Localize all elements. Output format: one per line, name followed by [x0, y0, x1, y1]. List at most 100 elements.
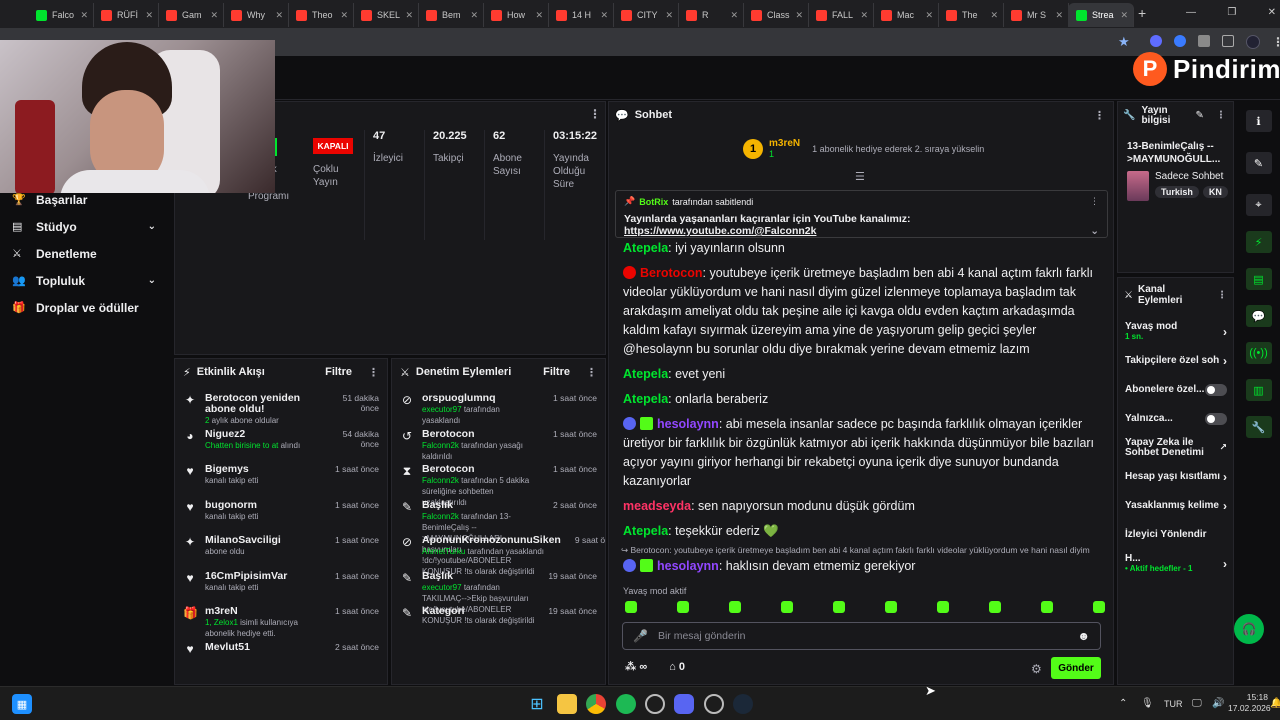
feed-item-name[interactable]: Niguez2 [205, 428, 245, 440]
chevron-down-icon[interactable]: ⌄ [148, 275, 156, 286]
language-indicator[interactable]: TUR [1164, 699, 1183, 709]
edit-icon[interactable]: ✎ [1195, 111, 1203, 121]
broadcast-icon[interactable]: ((•)) [1245, 342, 1272, 364]
tab-close-icon[interactable]: ✕ [275, 10, 288, 21]
emote-icon[interactable] [729, 601, 741, 613]
feed-item-name[interactable]: Berotocon [422, 463, 475, 475]
support-headset-icon[interactable]: 🎧 [1234, 614, 1264, 644]
tab-close-icon[interactable]: ✕ [470, 10, 483, 21]
chevron-right-icon[interactable]: › [1223, 325, 1227, 339]
obs-icon[interactable] [645, 694, 665, 714]
chat-username[interactable]: hesolaynn [657, 559, 719, 573]
chat-username[interactable]: Berotocon [640, 266, 703, 280]
network-icon[interactable]: 🖵 [1192, 698, 1202, 709]
emote-icon[interactable] [625, 601, 637, 613]
toggle-switch[interactable] [1205, 383, 1227, 396]
tab-close-icon[interactable]: ✕ [340, 10, 353, 21]
mic-icon[interactable]: 🎤 [633, 629, 648, 643]
document-icon[interactable]: ▤ [1245, 268, 1272, 290]
browser-tab[interactable]: Mr S ✕ [1003, 3, 1069, 27]
feed-item-name[interactable]: m3reN [205, 605, 238, 617]
tab-close-icon[interactable]: ✕ [1120, 10, 1133, 21]
browser-tab[interactable]: Strea ✕ [1068, 3, 1134, 27]
chat-menu-icon[interactable]: ⋮ [1094, 109, 1105, 122]
settings-gear-icon[interactable]: ⚙ [1031, 662, 1042, 676]
tab-close-icon[interactable]: ✕ [990, 10, 1003, 21]
widgets-icon[interactable]: ▦ [12, 694, 32, 714]
chrome-icon[interactable] [586, 694, 606, 714]
browser-tab[interactable]: Mac ✕ [873, 3, 939, 27]
tab-close-icon[interactable]: ✕ [860, 10, 873, 21]
pinned-link[interactable]: https://www.youtube.com/@Falconn2k [624, 225, 816, 237]
chevron-right-icon[interactable]: › [1223, 470, 1227, 484]
browser-tab[interactable]: Why ✕ [223, 3, 289, 27]
browser-tab[interactable]: SKEL ✕ [353, 3, 419, 27]
browser-tab[interactable]: The ✕ [938, 3, 1004, 27]
tab-close-icon[interactable]: ✕ [80, 10, 93, 21]
profile-avatar[interactable] [1246, 35, 1260, 49]
channel-action-item[interactable]: Yavaş mod 1 sn. › [1118, 318, 1233, 346]
spotify-icon[interactable] [616, 694, 636, 714]
channel-action-item[interactable]: Takipçilere özel soh › [1118, 346, 1233, 375]
bookmark-star-icon[interactable]: ★ [1118, 34, 1130, 50]
browser-tab[interactable]: CITY ✕ [613, 3, 679, 27]
browser-tab[interactable]: R ✕ [678, 3, 744, 27]
browser-tab[interactable]: Class ✕ [743, 3, 809, 27]
emote-icon[interactable] [1041, 601, 1053, 613]
tab-close-icon[interactable]: ✕ [600, 10, 613, 21]
points-icon[interactable]: ⁂ ∞ [625, 660, 647, 673]
feed-item-name[interactable]: orspuoglumnq [422, 392, 496, 404]
nav-item[interactable]: 👥 Topluluk ⌄ [0, 267, 172, 294]
channel-action-item[interactable]: İzleyici Yönlendir [1118, 520, 1233, 549]
channel-action-item[interactable]: Hesap yaşı kısıtlamı › [1118, 462, 1233, 491]
emote-icon[interactable] [1093, 601, 1105, 613]
browser-tab[interactable]: Gam ✕ [158, 3, 224, 27]
emote-icon[interactable] [677, 601, 689, 613]
expand-icon[interactable]: ☰ [855, 170, 865, 183]
pen-icon[interactable]: ✎ [1245, 152, 1272, 174]
feed-item-name[interactable]: Berotocon [422, 428, 475, 440]
extension-icon[interactable] [1150, 35, 1162, 47]
volume-icon[interactable]: 🔊 [1212, 698, 1224, 709]
tab-close-icon[interactable]: ✕ [795, 10, 808, 21]
chevron-right-icon[interactable]: › [1223, 557, 1227, 571]
chevron-down-icon[interactable]: ⌄ [1090, 225, 1099, 237]
chevron-down-icon[interactable]: ⌄ [148, 221, 156, 232]
wrench-icon[interactable]: 🔧 [1245, 416, 1272, 438]
discord-icon[interactable] [674, 694, 694, 714]
chevron-right-icon[interactable]: › [1223, 499, 1227, 513]
browser-tab[interactable]: FALL ✕ [808, 3, 874, 27]
feed-item-name[interactable]: Başlık [422, 499, 453, 511]
feed-item-name[interactable]: MilanoSavciligi [205, 534, 281, 546]
bolt-icon[interactable]: ⚡ [1245, 231, 1272, 253]
toggle-switch[interactable] [1205, 412, 1227, 425]
chat-username[interactable]: Atepela [623, 241, 668, 255]
tab-close-icon[interactable]: ✕ [535, 10, 548, 21]
tab-close-icon[interactable]: ✕ [925, 10, 938, 21]
chat-username[interactable]: Atepela [623, 524, 668, 538]
chat-username[interactable]: Atepela [623, 392, 668, 406]
notification-icon[interactable]: 🔔 [1270, 698, 1280, 709]
windows-start-icon[interactable]: ⊞ [527, 694, 547, 714]
feed-item-name[interactable]: Kategori [422, 605, 465, 617]
feed-item-name[interactable]: AponunKromozonunuSiken [422, 534, 561, 546]
minimize-button[interactable]: — [1186, 7, 1196, 18]
stats-menu-icon[interactable]: ⋮ [589, 107, 601, 121]
chat-icon[interactable]: 💬 [1245, 305, 1272, 327]
close-window-button[interactable]: ✕ [1268, 7, 1276, 18]
nav-item[interactable]: ▤ Stüdyo ⌄ [0, 213, 172, 240]
file-explorer-icon[interactable] [557, 694, 577, 714]
chat-username[interactable]: hesolaynn [657, 417, 719, 431]
tag-chip[interactable]: KN [1202, 186, 1228, 198]
layout-icon[interactable]: ▥ [1245, 379, 1272, 401]
emote-icon[interactable] [833, 601, 845, 613]
channel-action-item[interactable]: H... • Aktif hedefler - 1 › [1118, 549, 1233, 578]
store-icon[interactable]: ⌂ 0 [669, 661, 685, 673]
category-name[interactable]: Sadece Sohbet [1155, 171, 1228, 182]
info-icon[interactable]: ℹ [1245, 110, 1272, 132]
send-button[interactable]: Gönder [1051, 657, 1101, 679]
moderation-filter-button[interactable]: Filtre [543, 366, 570, 378]
feed-item-name[interactable]: bugonorm [205, 499, 257, 511]
chevron-right-icon[interactable]: › [1223, 354, 1227, 368]
browser-tab[interactable]: RÜFİ ✕ [93, 3, 159, 27]
